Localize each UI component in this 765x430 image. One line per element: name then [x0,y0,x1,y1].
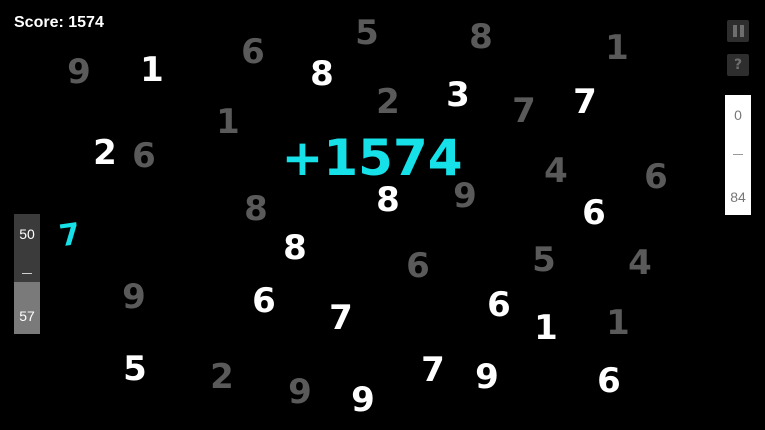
right-gauge-bottom-value: 84 [730,189,746,205]
number-tile[interactable]: 7 [512,94,536,128]
left-gauge-top [14,214,40,282]
number-tile[interactable]: 8 [244,192,268,226]
number-tile[interactable]: 3 [446,78,470,112]
number-tile[interactable]: 8 [310,57,334,91]
left-gauge-bottom-value: 57 [19,308,35,324]
game-board: Score: 1574 ? 50 57 0 84 7 9165818237712… [0,0,765,430]
number-tile[interactable]: 2 [376,85,400,119]
number-tile[interactable]: 6 [241,35,265,69]
right-gauge-separator [733,154,743,155]
number-tile[interactable]: 1 [216,105,240,139]
score-label: Score: 1574 [14,14,104,31]
right-gauge-top-value: 0 [734,107,742,123]
bonus-popup: +1574 [281,129,463,187]
number-tile[interactable]: 1 [534,311,558,345]
number-tile[interactable]: 5 [532,243,556,277]
help-button[interactable]: ? [727,54,749,76]
pause-icon [732,25,744,37]
direction-arrow: 7 [57,216,83,255]
number-tile[interactable]: 6 [406,249,430,283]
left-gauge-separator [22,273,32,274]
number-tile[interactable]: 9 [351,383,375,417]
number-tile[interactable]: 6 [487,288,511,322]
number-tile[interactable]: 7 [421,353,445,387]
left-gauge-top-value: 50 [19,226,35,242]
number-tile[interactable]: 9 [122,280,146,314]
number-tile[interactable]: 1 [606,306,630,340]
number-tile[interactable]: 4 [544,154,568,188]
number-tile[interactable]: 7 [573,85,597,119]
number-tile[interactable]: 4 [628,246,652,280]
number-tile[interactable]: 6 [644,160,668,194]
number-tile[interactable]: 9 [288,375,312,409]
number-tile[interactable]: 8 [283,231,307,265]
number-tile[interactable]: 9 [475,360,499,394]
number-tile[interactable]: 1 [605,31,629,65]
number-tile[interactable]: 2 [93,136,117,170]
number-tile[interactable]: 1 [140,53,164,87]
left-gauge: 50 57 [14,214,40,334]
number-tile[interactable]: 6 [597,364,621,398]
pause-button[interactable] [727,20,749,42]
number-tile[interactable]: 6 [132,139,156,173]
number-tile[interactable]: 9 [67,55,91,89]
number-tile[interactable]: 6 [252,284,276,318]
right-gauge: 0 84 [725,95,751,215]
number-tile[interactable]: 2 [210,360,234,394]
number-tile[interactable]: 8 [376,183,400,217]
number-tile[interactable]: 6 [582,196,606,230]
number-tile[interactable]: 5 [123,352,147,386]
number-tile[interactable]: 8 [469,20,493,54]
number-tile[interactable]: 7 [329,301,353,335]
number-tile[interactable]: 5 [355,16,379,50]
